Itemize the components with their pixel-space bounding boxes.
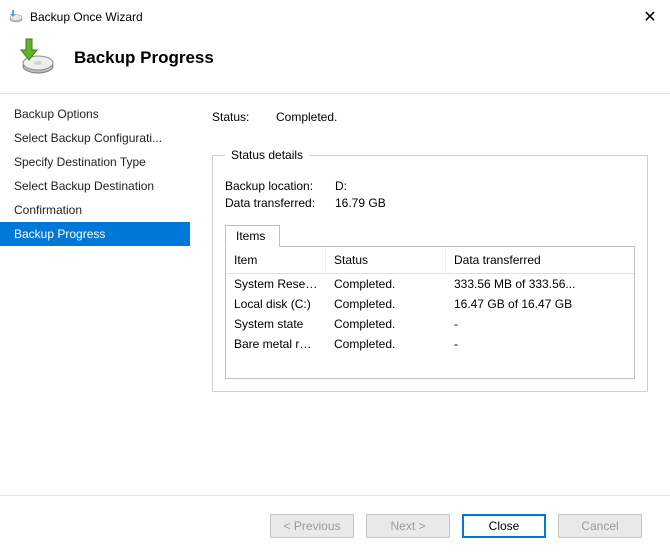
sidebar-item-confirmation[interactable]: Confirmation — [0, 198, 190, 222]
page-title: Backup Progress — [74, 48, 214, 68]
main-panel: Status: Completed. Status details Backup… — [190, 94, 670, 495]
cell-status: Completed. — [326, 334, 446, 354]
close-icon[interactable]: ✕ — [640, 7, 660, 27]
tab-label: Items — [236, 229, 265, 243]
sidebar-item-label: Backup Progress — [14, 227, 105, 241]
backup-location-label: Backup location: — [225, 179, 335, 193]
cell-data-transferred: - — [446, 334, 634, 354]
cell-data-transferred: 333.56 MB of 333.56... — [446, 274, 634, 294]
status-details-legend: Status details — [225, 148, 309, 162]
status-value: Completed. — [276, 110, 337, 124]
cell-item: System state — [226, 314, 326, 334]
items-table-header: Item Status Data transferred — [226, 247, 634, 274]
window-title: Backup Once Wizard — [30, 10, 143, 24]
data-transferred-value: 16.79 GB — [335, 196, 386, 210]
sidebar-item-select-backup-destination[interactable]: Select Backup Destination — [0, 174, 190, 198]
sidebar-item-label: Specify Destination Type — [14, 155, 146, 169]
backup-icon — [16, 36, 56, 79]
status-label: Status: — [212, 110, 258, 124]
sidebar-item-backup-progress[interactable]: Backup Progress — [0, 222, 190, 246]
wizard-footer: < Previous Next > Close Cancel — [0, 495, 670, 555]
table-row: System state Completed. - — [226, 314, 634, 334]
next-button: Next > — [366, 514, 450, 538]
sidebar-item-label: Select Backup Destination — [14, 179, 154, 193]
app-icon — [8, 8, 24, 27]
column-header-item[interactable]: Item — [226, 247, 326, 273]
sidebar-item-label: Confirmation — [14, 203, 82, 217]
cell-item: Bare metal rec... — [226, 334, 326, 354]
backup-location-value: D: — [335, 179, 347, 193]
tab-items[interactable]: Items — [225, 225, 280, 247]
sidebar-item-specify-destination-type[interactable]: Specify Destination Type — [0, 150, 190, 174]
sidebar-item-backup-options[interactable]: Backup Options — [0, 102, 190, 126]
titlebar: Backup Once Wizard ✕ — [0, 0, 670, 30]
cell-item: Local disk (C:) — [226, 294, 326, 314]
cancel-button: Cancel — [558, 514, 642, 538]
cell-item: System Reserv... — [226, 274, 326, 294]
cell-data-transferred: - — [446, 314, 634, 334]
column-header-status[interactable]: Status — [326, 247, 446, 273]
close-button[interactable]: Close — [462, 514, 546, 538]
cell-status: Completed. — [326, 314, 446, 334]
items-table: Item Status Data transferred System Rese… — [225, 246, 635, 379]
sidebar-item-label: Backup Options — [14, 107, 99, 121]
cell-data-transferred: 16.47 GB of 16.47 GB — [446, 294, 634, 314]
data-transferred-label: Data transferred: — [225, 196, 335, 210]
wizard-header: Backup Progress — [0, 30, 670, 93]
table-row: Local disk (C:) Completed. 16.47 GB of 1… — [226, 294, 634, 314]
sidebar-item-select-backup-config[interactable]: Select Backup Configurati... — [0, 126, 190, 150]
column-header-data-transferred[interactable]: Data transferred — [446, 247, 634, 273]
status-details-group: Status details Backup location: D: Data … — [212, 148, 648, 392]
table-row: System Reserv... Completed. 333.56 MB of… — [226, 274, 634, 294]
cell-status: Completed. — [326, 294, 446, 314]
table-row: Bare metal rec... Completed. - — [226, 334, 634, 354]
previous-button: < Previous — [270, 514, 354, 538]
cell-status: Completed. — [326, 274, 446, 294]
wizard-steps-sidebar: Backup Options Select Backup Configurati… — [0, 94, 190, 495]
sidebar-item-label: Select Backup Configurati... — [14, 131, 162, 145]
